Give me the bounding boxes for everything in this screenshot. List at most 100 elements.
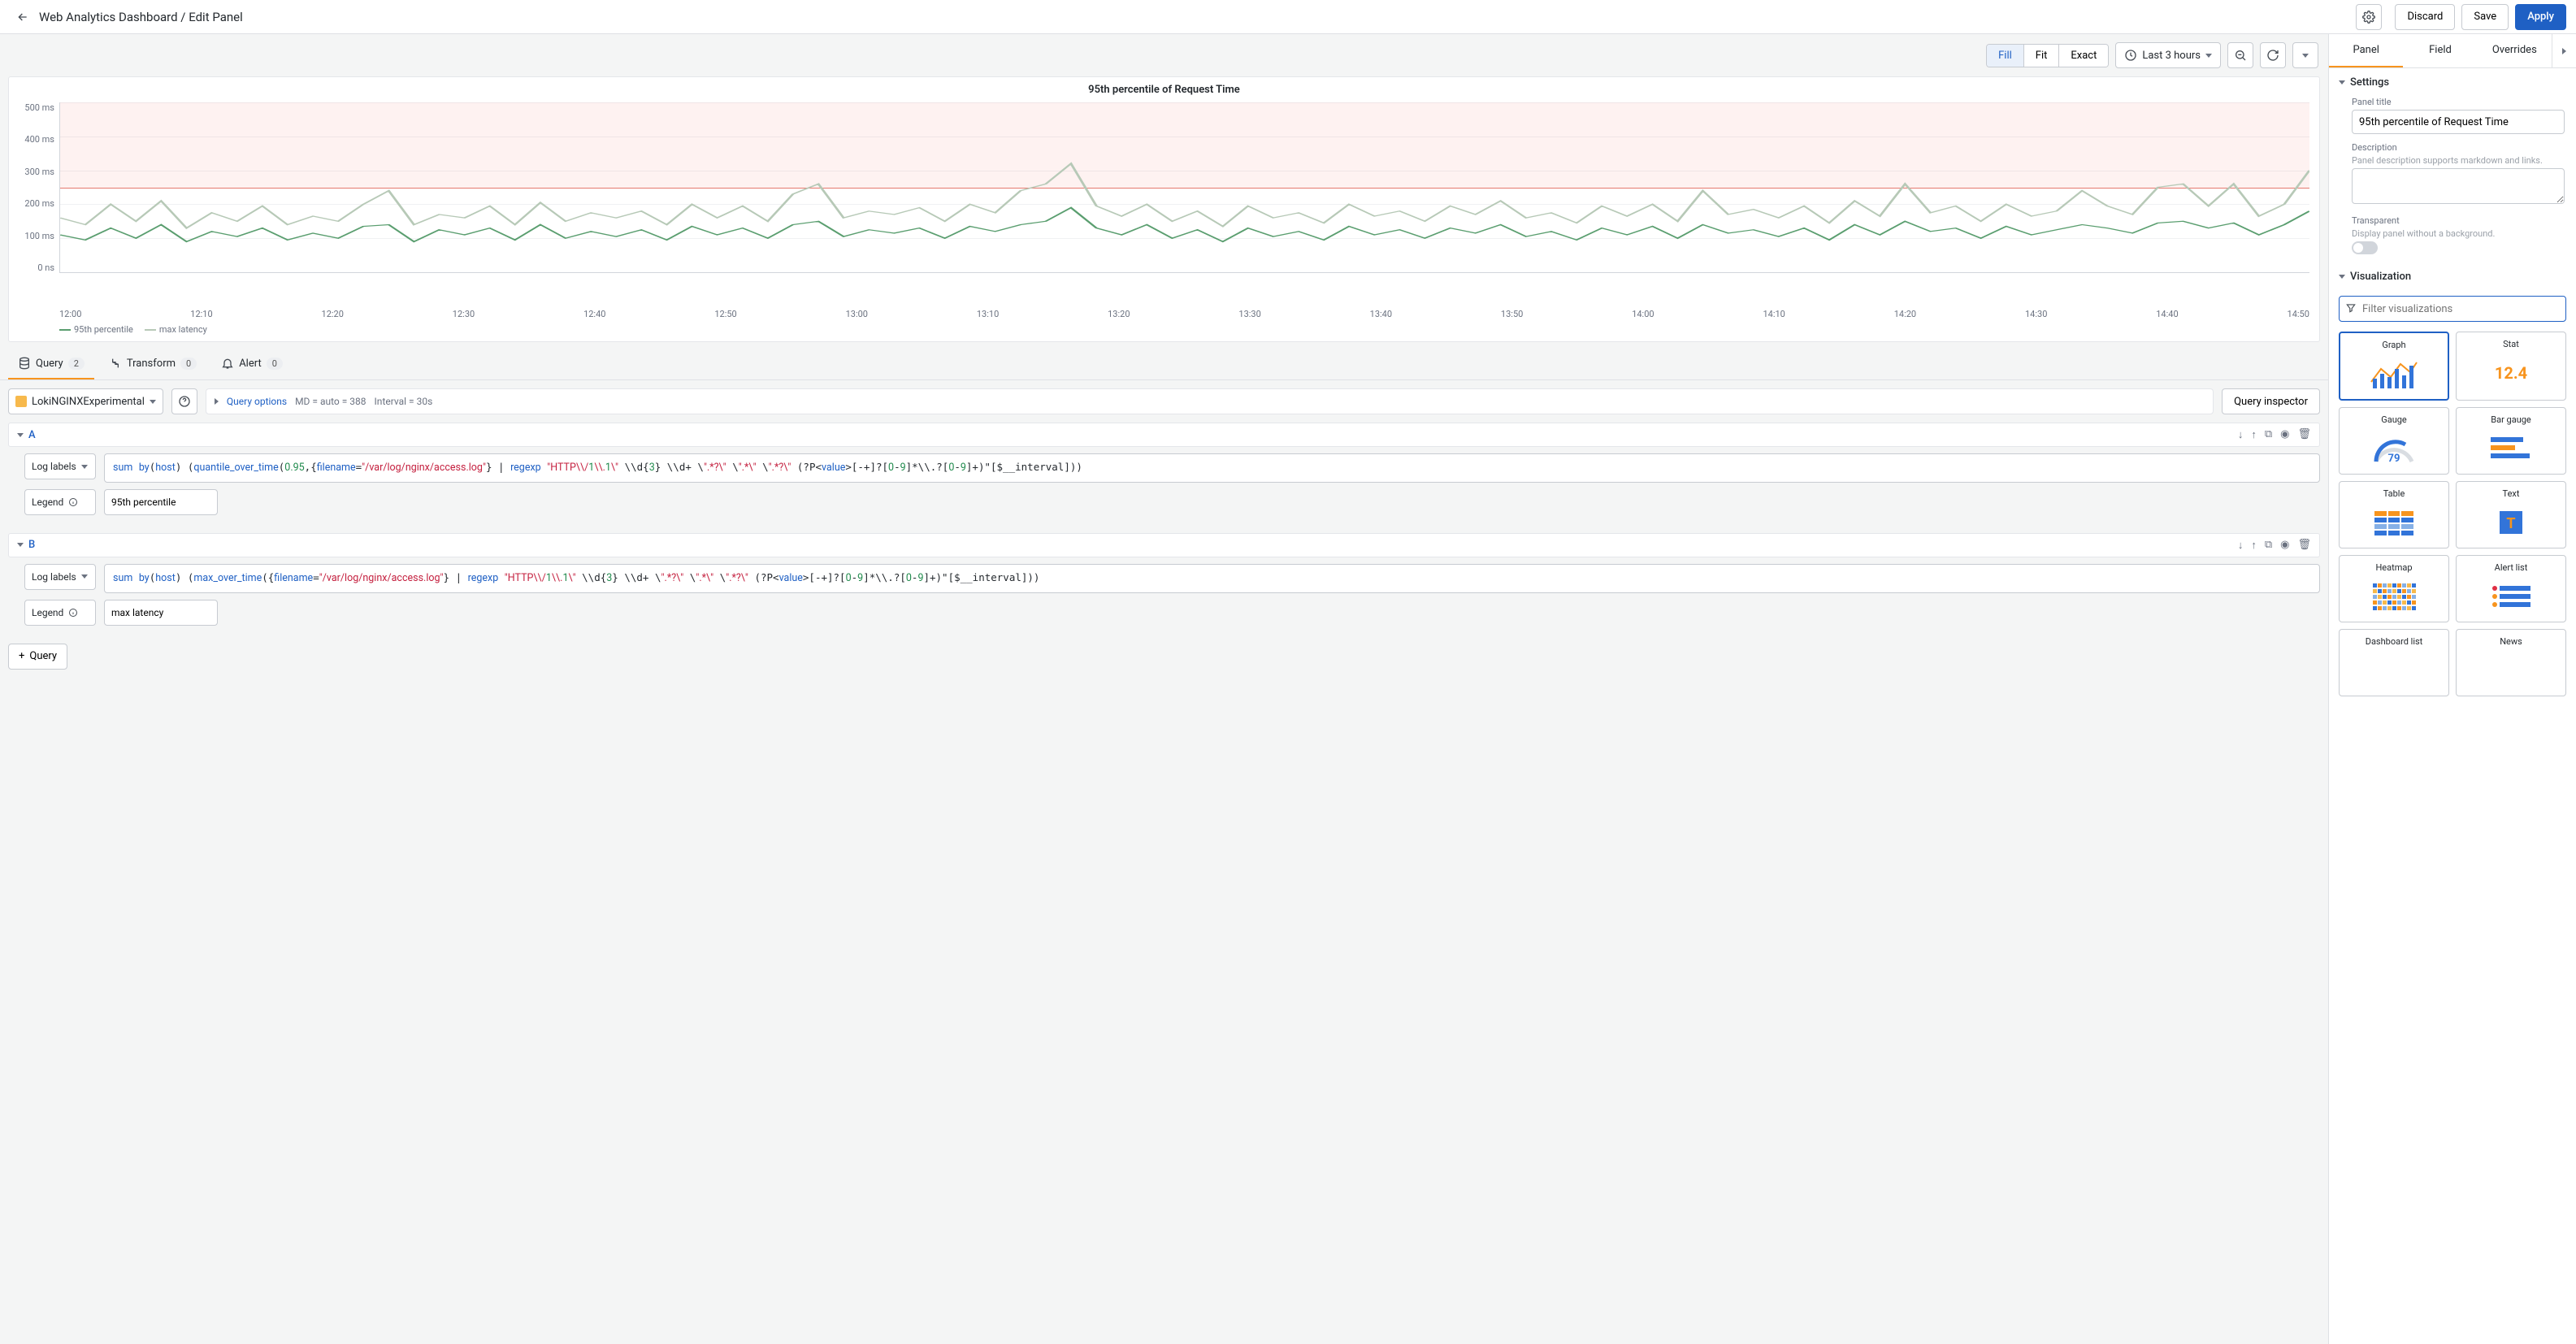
page-title: Web Analytics Dashboard / Edit Panel [39, 10, 243, 24]
add-query-button[interactable]: + Query [8, 644, 67, 670]
viz-dashlist[interactable]: Dashboard list [2339, 629, 2449, 696]
query-options-link: Query options [227, 396, 287, 407]
chevron-down-icon [2205, 54, 2212, 58]
filter-icon [2345, 302, 2357, 317]
viz-stat-thumb: 12.4 [2460, 354, 2562, 392]
query-a-duplicate-icon[interactable]: ⧉ [2265, 428, 2272, 441]
chart-legend: 95th percentilemax latency [59, 319, 2309, 335]
svg-text:79: 79 [2388, 453, 2400, 465]
bell-icon [221, 357, 234, 370]
sidetab-panel[interactable]: Panel [2329, 34, 2403, 67]
description-label: Description [2352, 142, 2565, 153]
query-row-a-header[interactable]: A ↓ ↑ ⧉ ◉ 🗑 [8, 423, 2320, 447]
refresh-interval-button[interactable] [2292, 42, 2318, 68]
query-a-delete-icon[interactable]: 🗑 [2297, 428, 2311, 441]
viz-bargauge[interactable]: Bar gauge [2456, 407, 2566, 475]
sidebar-expand-button[interactable] [2552, 34, 2576, 67]
sidetab-overrides[interactable]: Overrides [2478, 34, 2552, 67]
query-b-toggle-visibility-icon[interactable]: ◉ [2280, 539, 2289, 552]
transparent-toggle[interactable] [2352, 241, 2378, 254]
query-b-move-up-icon[interactable]: ↑ [2251, 539, 2257, 552]
panel-title: 95th percentile of Request Time [19, 80, 2309, 102]
viz-text-thumb: T [2460, 504, 2562, 541]
viz-table[interactable]: Table [2339, 481, 2449, 548]
description-hint: Panel description supports markdown and … [2352, 155, 2565, 166]
description-input[interactable] [2352, 168, 2565, 204]
refresh-button[interactable] [2260, 42, 2286, 68]
viz-alertlist[interactable]: Alert list [2456, 555, 2566, 622]
viz-gauge-thumb: 79 [2343, 430, 2445, 467]
query-a-legend-input[interactable] [104, 489, 218, 515]
query-b-legend-label: Legend [24, 600, 96, 626]
viz-gauge[interactable]: Gauge 79 [2339, 407, 2449, 475]
panel-title-input[interactable] [2352, 110, 2565, 134]
zoom-out-icon [2234, 49, 2247, 62]
gear-icon [2362, 11, 2375, 24]
chevron-down-icon [150, 400, 156, 404]
datasource-help-button[interactable] [171, 388, 197, 414]
chevron-down-icon [17, 543, 24, 547]
datasource-picker[interactable]: LokiNGINXExperimental [8, 388, 163, 414]
refresh-icon [2266, 49, 2279, 62]
query-a-move-down-icon[interactable]: ↓ [2238, 428, 2244, 441]
query-b-legend-input[interactable] [104, 600, 218, 626]
panel-settings-icon-button[interactable] [2356, 4, 2382, 30]
apply-button[interactable]: Apply [2515, 4, 2566, 30]
chevron-right-icon [2562, 48, 2566, 54]
info-icon [68, 497, 78, 507]
clock-icon [2124, 49, 2137, 62]
viz-bargauge-thumb [2460, 430, 2562, 467]
discard-button[interactable]: Discard [2395, 4, 2455, 30]
view-fit-button[interactable]: Fit [2024, 45, 2060, 67]
chevron-down-icon [2339, 80, 2345, 85]
query-b-loglabels-button[interactable]: Log labels [24, 564, 96, 590]
query-a-loglabels-button[interactable]: Log labels [24, 453, 96, 479]
query-b-move-down-icon[interactable]: ↓ [2238, 539, 2244, 552]
section-visualization-header[interactable]: Visualization [2329, 262, 2576, 291]
viz-stat[interactable]: Stat 12.4 [2456, 332, 2566, 401]
viz-graph-thumb [2344, 355, 2444, 392]
query-interval-info: Interval = 30s [375, 396, 433, 407]
view-mode-group: Fill Fit Exact [1986, 44, 2109, 67]
query-a-expression-input[interactable]: sum by(host) (quantile_over_time(0.95,{f… [104, 453, 2320, 483]
zoom-out-button[interactable] [2227, 42, 2253, 68]
save-button[interactable]: Save [2461, 4, 2509, 30]
chevron-down-icon [17, 433, 24, 437]
tab-alert[interactable]: Alert 0 [211, 349, 293, 379]
viz-news[interactable]: News [2456, 629, 2566, 696]
query-b-delete-icon[interactable]: 🗑 [2297, 539, 2311, 552]
tab-query[interactable]: Query 2 [8, 349, 94, 379]
tab-alert-label: Alert [239, 358, 262, 370]
query-a-toggle-visibility-icon[interactable]: ◉ [2280, 428, 2289, 441]
viz-graph[interactable]: Graph [2339, 332, 2449, 401]
datasource-icon [15, 396, 27, 407]
query-b-expression-input[interactable]: sum by(host) (max_over_time({filename="/… [104, 564, 2320, 593]
back-button[interactable] [10, 4, 36, 30]
query-b-duplicate-icon[interactable]: ⧉ [2265, 539, 2272, 552]
tab-transform[interactable]: Transform 0 [99, 349, 206, 379]
query-row-b-header[interactable]: B ↓ ↑ ⧉ ◉ 🗑 [8, 533, 2320, 557]
chart-x-axis: 12:0012:1012:2012:3012:4012:5013:0013:10… [59, 306, 2309, 319]
viz-alertlist-thumb [2460, 578, 2562, 615]
chart-y-axis: 500 ms400 ms300 ms200 ms100 ms0 ns [19, 102, 59, 273]
info-icon [68, 608, 78, 618]
panel-title-label: Panel title [2352, 97, 2565, 107]
viz-text[interactable]: Text T [2456, 481, 2566, 548]
section-settings-header[interactable]: Settings [2329, 68, 2576, 97]
database-icon [18, 357, 31, 370]
query-options-bar[interactable]: Query options MD = auto = 388 Interval =… [206, 388, 2214, 414]
viz-heatmap-thumb [2343, 578, 2445, 615]
sidetab-field[interactable]: Field [2403, 34, 2477, 67]
query-inspector-button[interactable]: Query inspector [2222, 388, 2320, 414]
query-a-move-up-icon[interactable]: ↑ [2251, 428, 2257, 441]
query-b-letter: B [28, 539, 35, 551]
chart-plot[interactable] [59, 102, 2309, 273]
visualization-filter-input[interactable] [2339, 296, 2566, 322]
viz-heatmap[interactable]: Heatmap [2339, 555, 2449, 622]
tab-transform-count: 0 [180, 358, 197, 370]
view-fill-button[interactable]: Fill [1987, 45, 2024, 67]
view-exact-button[interactable]: Exact [2059, 45, 2108, 67]
time-range-picker[interactable]: Last 3 hours [2115, 42, 2221, 68]
tab-transform-label: Transform [127, 358, 176, 370]
tab-query-count: 2 [68, 358, 85, 370]
